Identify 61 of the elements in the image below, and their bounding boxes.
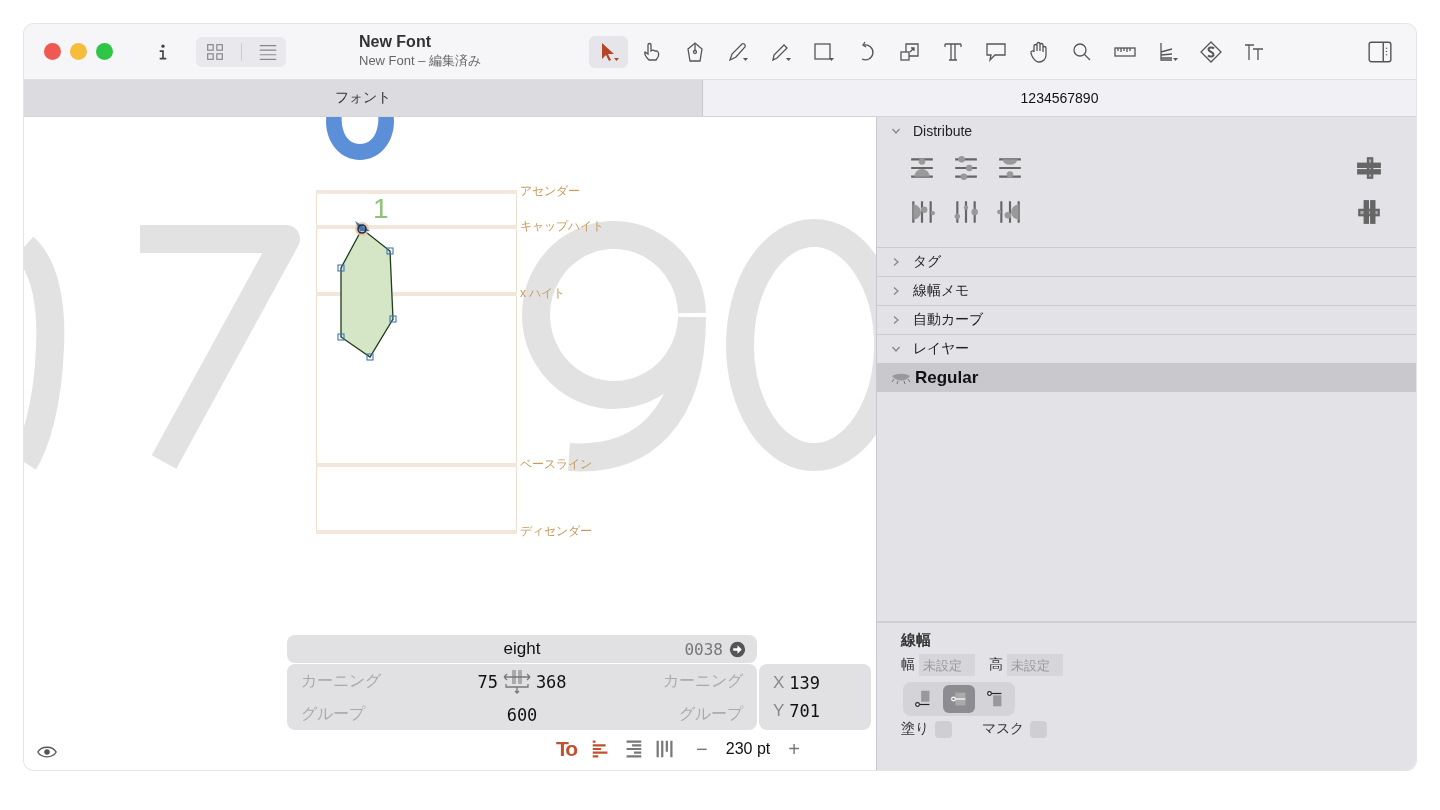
chevron-icon[interactable] bbox=[891, 344, 901, 354]
y-label: Y bbox=[773, 701, 785, 721]
section-header[interactable]: 自動カーブ bbox=[877, 305, 1416, 334]
chevron-icon[interactable] bbox=[891, 286, 901, 296]
glyph-width[interactable]: 600 bbox=[506, 704, 538, 725]
arrow-circle-icon[interactable] bbox=[729, 640, 746, 658]
glyph-name: eight bbox=[503, 639, 541, 659]
metric-label: ベースライン bbox=[520, 456, 592, 473]
path-number: 1 bbox=[373, 195, 389, 223]
sidebearing-icon bbox=[501, 668, 532, 695]
distribute-center-icon[interactable] bbox=[953, 199, 979, 225]
text-preview-button[interactable]: To bbox=[550, 737, 583, 761]
section-header[interactable]: 線幅メモ bbox=[877, 276, 1416, 305]
view-toggle[interactable] bbox=[196, 36, 286, 67]
section-title: 線幅メモ bbox=[913, 282, 969, 300]
distribute-middle-icon[interactable] bbox=[953, 155, 979, 181]
height-field[interactable]: 未設定 bbox=[1007, 654, 1063, 676]
stroke-position-button[interactable] bbox=[943, 685, 975, 713]
zoom-level[interactable]: 230 pt bbox=[725, 740, 771, 758]
window-subtitle: New Font – 編集済み bbox=[359, 52, 483, 70]
metric-label: x ハイト bbox=[520, 285, 566, 302]
document-tab[interactable]: 1234567890 bbox=[703, 80, 1416, 116]
info-icon[interactable] bbox=[158, 42, 168, 61]
chevron-icon[interactable] bbox=[891, 257, 901, 267]
section-header[interactable]: Distribute bbox=[877, 117, 1416, 145]
metric-label: アセンダー bbox=[520, 183, 580, 200]
width-field[interactable]: 未設定 bbox=[919, 654, 975, 676]
mask-label: マスク bbox=[982, 720, 1024, 738]
distribute-bottom-icon[interactable] bbox=[997, 155, 1023, 181]
align-horizontal-center-icon[interactable] bbox=[1356, 199, 1382, 225]
close-button[interactable] bbox=[44, 43, 61, 60]
section-title: レイヤー bbox=[913, 340, 969, 358]
window-title: New Font bbox=[359, 33, 432, 51]
distribute-top-icon[interactable] bbox=[909, 155, 935, 181]
right-sidebearing[interactable]: 368 bbox=[535, 671, 567, 692]
layer-row[interactable]: Regular bbox=[877, 363, 1416, 392]
height-label: 高 bbox=[989, 656, 1003, 674]
layer-name: Regular bbox=[915, 367, 979, 388]
distribute-right-icon[interactable] bbox=[997, 199, 1023, 225]
width-label: 幅 bbox=[901, 656, 915, 674]
chevron-icon[interactable] bbox=[891, 126, 901, 136]
metric-label: ディセンダー bbox=[520, 523, 592, 540]
sidebar-toggle-icon[interactable] bbox=[1367, 39, 1393, 65]
metric-label: キャップハイト bbox=[520, 218, 604, 235]
section-title: タグ bbox=[913, 253, 941, 271]
fill-label: 塗り bbox=[901, 720, 929, 738]
stroke-title: 線幅 bbox=[901, 631, 932, 650]
document-tab[interactable]: フォント bbox=[24, 80, 703, 116]
section-header[interactable]: タグ bbox=[877, 247, 1416, 276]
y-value[interactable]: 701 bbox=[789, 701, 821, 721]
zoom-in-button[interactable]: + bbox=[776, 737, 812, 761]
left-sidebearing[interactable]: 75 bbox=[477, 671, 498, 692]
distribute-left-icon[interactable] bbox=[909, 199, 935, 225]
align-vertical-center-icon[interactable] bbox=[1356, 155, 1382, 181]
unicode-value: 0038 bbox=[684, 639, 723, 659]
section-title: 自動カーブ bbox=[913, 311, 983, 329]
x-value[interactable]: 139 bbox=[789, 673, 821, 693]
zoom-out-button[interactable]: − bbox=[684, 737, 720, 761]
x-label: X bbox=[773, 673, 785, 693]
chevron-icon[interactable] bbox=[891, 315, 901, 325]
section-title: Distribute bbox=[913, 123, 973, 139]
